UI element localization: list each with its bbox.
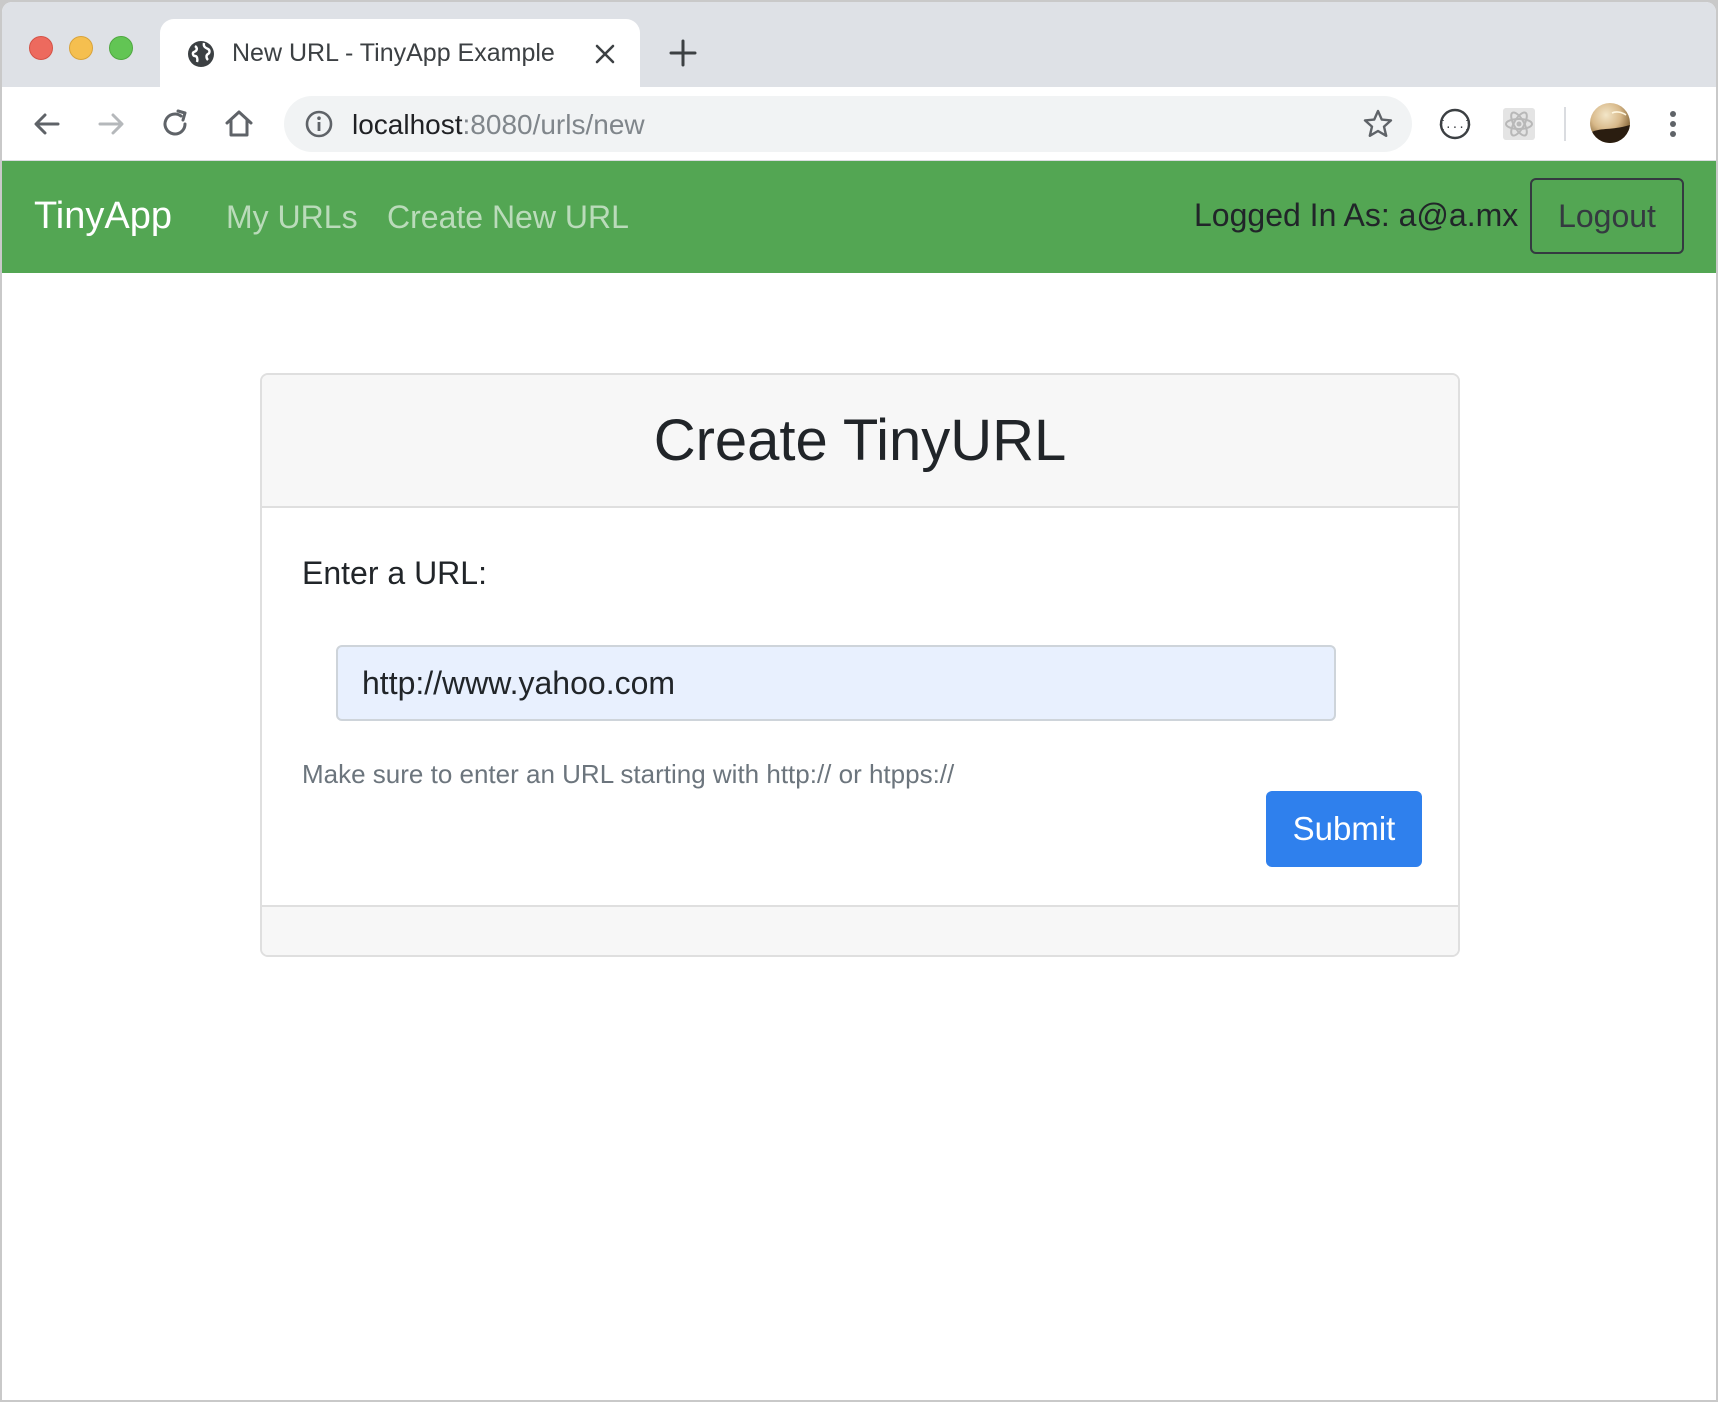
create-url-card: Create TinyURL Enter a URL: Make sure to… [260, 373, 1460, 957]
svg-text:{...}: {...} [1438, 118, 1471, 131]
browser-toolbar: localhost:8080/urls/new {...} [2, 87, 1716, 161]
card-title: Create TinyURL [653, 408, 1067, 473]
home-icon[interactable] [222, 107, 256, 141]
tab-close-icon[interactable] [594, 43, 616, 65]
globe-icon [186, 39, 216, 69]
info-icon[interactable] [304, 109, 334, 139]
address-url: localhost:8080/urls/new [352, 109, 645, 141]
nav-link-create-new-url[interactable]: Create New URL [387, 199, 629, 236]
profile-avatar[interactable] [1590, 103, 1630, 143]
json-extension-icon[interactable]: {...} [1438, 107, 1472, 141]
menu-dots-icon[interactable] [1656, 107, 1690, 141]
browser-tab[interactable]: New URL - TinyApp Example [160, 19, 640, 87]
card-header: Create TinyURL [262, 375, 1458, 508]
url-input[interactable] [336, 645, 1336, 721]
card-footer [262, 905, 1458, 955]
zoom-window-button[interactable] [109, 36, 133, 60]
close-window-button[interactable] [29, 36, 53, 60]
tab-strip: New URL - TinyApp Example [2, 2, 1716, 87]
address-path: :8080/urls/new [462, 109, 645, 140]
browser-window: New URL - TinyApp Example localhost:8080… [2, 2, 1716, 1400]
toolbar-separator [1564, 107, 1566, 141]
nav-link-my-urls[interactable]: My URLs [226, 199, 358, 236]
react-extension-icon[interactable] [1502, 107, 1536, 141]
forward-arrow-icon[interactable] [94, 107, 128, 141]
address-bar[interactable]: localhost:8080/urls/new [284, 96, 1412, 152]
tab-title: New URL - TinyApp Example [232, 39, 555, 67]
navbar-brand[interactable]: TinyApp [34, 195, 172, 238]
minimize-window-button[interactable] [69, 36, 93, 60]
star-icon[interactable] [1362, 108, 1394, 140]
new-tab-plus-icon[interactable] [668, 38, 698, 68]
url-field-label: Enter a URL: [302, 555, 487, 591]
url-help-text: Make sure to enter an URL starting with … [302, 759, 955, 789]
logout-button[interactable]: Logout [1530, 178, 1684, 254]
reload-icon[interactable] [158, 107, 192, 141]
address-host: localhost [352, 109, 463, 140]
submit-button[interactable]: Submit [1266, 791, 1422, 867]
app-navbar: TinyApp My URLs Create New URL Logged In… [2, 161, 1716, 273]
logged-in-user: Logged In As: a@a.mx [1194, 197, 1519, 233]
back-arrow-icon[interactable] [30, 107, 64, 141]
